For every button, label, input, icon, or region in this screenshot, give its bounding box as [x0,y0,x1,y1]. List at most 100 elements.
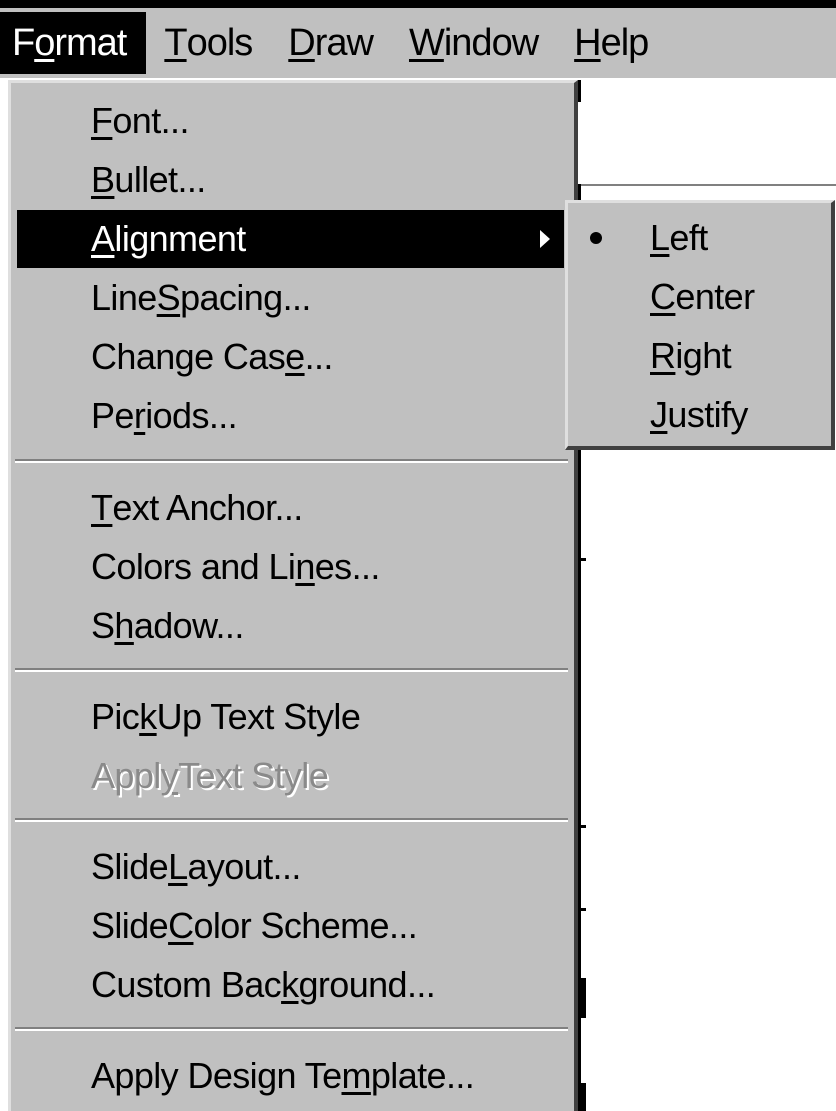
menu-item-custom-background[interactable]: Custom Bac k ground... [17,956,564,1014]
item-label: pacing... [180,277,311,318]
item-label: Pic [91,696,140,737]
item-label: ullet... [114,159,206,200]
item-label-mnemonic: C [650,276,676,317]
item-label: Text Style [178,755,329,796]
menu-item-change-case[interactable]: Change Cas e... [17,328,564,386]
item-label: Slide [91,905,169,946]
item-label-mnemonic: h [114,605,134,646]
menu-item-pick-up-text-style[interactable]: Pic k Up Text Style [17,688,564,746]
item-label: ... [304,336,334,377]
menu-item-apply-design-template[interactable]: Apply Design Te m plate... [17,1047,564,1105]
menu-draw[interactable]: Draw [270,12,391,74]
item-label: Appl [91,755,161,796]
ruler-tick [581,908,586,911]
submenu-item-justify[interactable]: Justify [568,386,831,444]
menu-label: indow [443,22,539,64]
item-label: ext Anchor... [112,487,303,528]
menu-separator [15,1027,568,1031]
format-menu: Font... Bullet... Alignment Line Spacing… [8,80,578,1111]
item-label-mnemonic: m [341,1055,372,1096]
menu-label-mnemonic: H [574,22,601,64]
ruler-tick [578,80,581,102]
item-label-mnemonic: L [650,217,670,258]
item-label: Up Text Style [156,696,361,737]
item-label-mnemonic: n [295,546,315,587]
menu-tools[interactable]: Tools [146,12,270,74]
item-label-mnemonic: r [133,395,146,436]
item-label-mnemonic: J [650,394,668,435]
item-label: Change Cas [91,336,286,377]
slide-shape-edge [578,978,586,1018]
menu-item-apply-text-style: Appl y Text Style [17,747,564,805]
item-label-mnemonic: k [139,696,157,737]
menu-item-slide-color-scheme[interactable]: Slide Color Scheme... [17,897,564,955]
menu-item-font[interactable]: Font... [17,92,564,150]
item-label: Apply Design Te [91,1055,342,1096]
menu-item-text-anchor[interactable]: Text Anchor... [17,479,564,537]
menu-item-slide-layout[interactable]: Slide Layout... [17,838,564,896]
item-label-mnemonic: B [91,159,115,200]
menu-label: raw [314,22,374,64]
menu-format[interactable]: Fo rmat [0,12,147,74]
item-label: olor Scheme... [193,905,418,946]
menu-label: rmat [54,22,127,64]
window-top-border [0,0,836,8]
item-label: ustify [667,394,748,435]
menu-separator [15,668,568,672]
item-label: ayout... [187,846,301,887]
item-label: lignment [114,218,246,259]
ruler-tick [581,558,586,561]
item-label: Slide [91,846,169,887]
menu-item-alignment[interactable]: Alignment [17,210,564,268]
item-label-mnemonic: R [650,335,676,376]
item-label-mnemonic: T [91,487,113,528]
item-label: iods... [145,395,238,436]
submenu-item-center[interactable]: Center [568,268,831,326]
item-label: Colors and Li [91,546,296,587]
item-label: enter [675,276,755,317]
item-label: ont... [112,100,189,141]
item-label: adow... [133,605,244,646]
menu-item-bullet[interactable]: Bullet... [17,151,564,209]
item-label-mnemonic: A [91,218,115,259]
menu-label: F [12,22,35,64]
menu-separator [15,459,568,463]
slide-shape-edge [578,1083,586,1111]
item-label: S [91,605,115,646]
menu-label-mnemonic: o [34,22,55,64]
item-label-mnemonic: k [281,964,299,1005]
item-label-mnemonic: S [156,277,181,318]
menu-separator [15,818,568,822]
slide-top-edge [578,184,836,186]
menu-item-periods[interactable]: Pe r iods... [17,387,564,445]
menu-label-mnemonic: W [408,22,445,64]
menu-help[interactable]: Help [556,12,666,74]
item-label: Custom Bac [91,964,282,1005]
item-label: ight [675,335,732,376]
submenu-item-right[interactable]: Right [568,327,831,385]
menu-bar: Fo rmat Tools Draw Window Help [0,8,836,80]
menu-item-line-spacing[interactable]: Line Spacing... [17,269,564,327]
ruler-tick [581,825,586,828]
menu-item-shadow[interactable]: Sh adow... [17,597,564,655]
item-label-mnemonic: F [91,100,113,141]
menu-label: elp [600,22,650,64]
alignment-submenu: Left Center Right Justify [565,200,835,450]
item-label: es... [314,546,381,587]
submenu-item-left[interactable]: Left [568,209,831,267]
item-label-mnemonic: e [285,336,305,377]
menu-label-mnemonic: D [288,22,315,64]
menu-label: ools [186,22,254,64]
item-label-mnemonic: y [160,755,179,796]
item-label: Pe [91,395,134,436]
menu-item-colors-and-lines[interactable]: Colors and Li n es... [17,538,564,596]
item-label: Line [91,277,157,318]
submenu-arrow-icon [540,230,550,248]
menu-window[interactable]: Window [391,12,556,74]
radio-bullet-icon [590,232,602,244]
item-label: plate... [370,1055,475,1096]
item-label: eft [669,217,708,258]
item-label-mnemonic: L [168,846,188,887]
menu-label-mnemonic: T [164,22,187,64]
item-label-mnemonic: C [168,905,194,946]
